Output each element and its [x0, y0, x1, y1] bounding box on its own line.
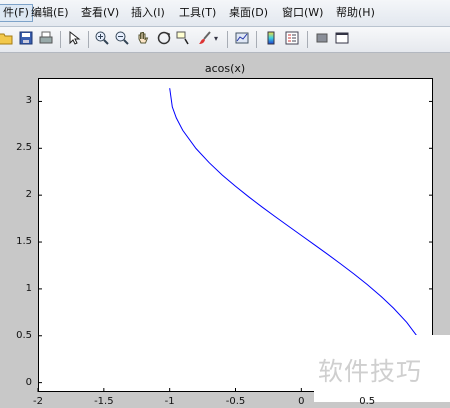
zoom-in-icon[interactable] [93, 30, 111, 48]
y-tick-label: 1 [25, 282, 32, 294]
print-icon[interactable] [37, 30, 55, 48]
dropdown-arrow-icon[interactable]: ▾ [211, 30, 221, 48]
x-tick-label: -2 [33, 396, 43, 407]
show-plot-tools-icon[interactable] [333, 30, 351, 48]
toolbar-separator [60, 31, 61, 48]
menu-tools[interactable]: 工具(T) [176, 4, 219, 22]
toolbar-separator [307, 31, 308, 48]
x-tick-label: -0.5 [225, 396, 246, 407]
figure-toolbar: ▾ [0, 27, 450, 53]
watermark-text: 软件技巧 [318, 357, 423, 386]
hide-plot-tools-icon[interactable] [313, 30, 331, 48]
zoom-out-icon[interactable] [113, 30, 131, 48]
x-tick-label: -1 [164, 396, 175, 407]
y-tick-label: 3 [25, 95, 32, 107]
pan-hand-icon[interactable] [134, 30, 152, 48]
y-tick-label: 1.5 [16, 236, 32, 248]
toolbar-separator [256, 31, 257, 48]
y-tick-label: 2 [25, 189, 32, 201]
x-tick-label: 0.5 [359, 396, 376, 407]
y-tick-label: 0.5 [16, 329, 32, 341]
colorbar-icon[interactable] [262, 30, 280, 48]
menu-insert[interactable]: 插入(I) [128, 4, 168, 22]
x-tick-label: 0 [298, 396, 305, 407]
y-tick-label: 2.5 [16, 142, 32, 154]
menu-bar: 件(F) 编辑(E) 查看(V) 插入(I) 工具(T) 桌面(D) 窗口(W)… [0, 0, 450, 27]
menu-view[interactable]: 查看(V) [78, 4, 122, 22]
open-folder-icon[interactable] [0, 30, 15, 48]
menu-window[interactable]: 窗口(W) [279, 4, 326, 22]
link-plot-icon[interactable] [233, 30, 251, 48]
legend-icon[interactable] [283, 30, 301, 48]
menu-help[interactable]: 帮助(H) [333, 4, 378, 22]
toolbar-separator [88, 31, 89, 48]
menu-desktop[interactable]: 桌面(D) [226, 4, 271, 22]
toolbar-separator [227, 31, 228, 48]
rotate-3d-icon[interactable] [155, 30, 173, 48]
save-icon[interactable] [17, 30, 35, 48]
menu-edit[interactable]: 编辑(E) [28, 4, 72, 22]
x-tick-label: -1.5 [94, 396, 114, 407]
y-tick-label: 0 [25, 376, 32, 388]
select-arrow-icon[interactable] [65, 30, 83, 48]
data-cursor-icon[interactable] [174, 30, 192, 48]
plot-title: acos(x) [204, 62, 246, 75]
